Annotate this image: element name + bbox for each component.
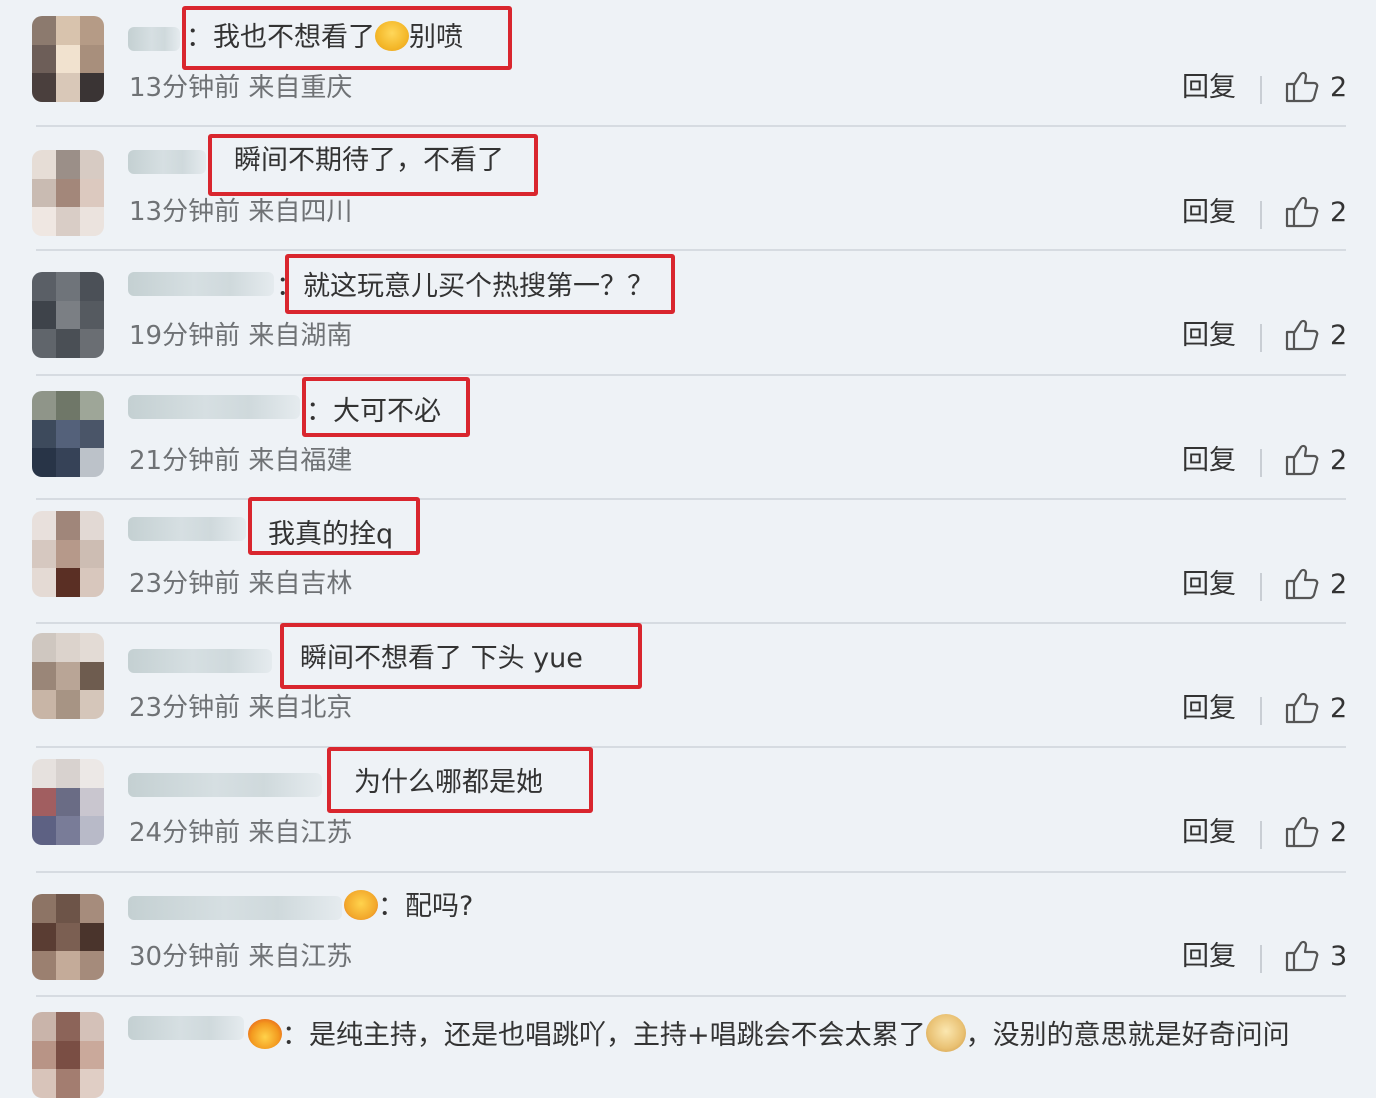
comment-meta: 19分钟前 来自湖南 [129,321,353,351]
divider [1260,573,1262,601]
divider [1260,201,1262,229]
comment-item: 瞬间不期待了，不看了 13分钟前 来自四川 回复 2 [0,126,1376,250]
like-count: 2 [1330,693,1348,724]
avatar[interactable] [32,633,104,719]
avatar[interactable] [32,1012,104,1098]
thumbs-up-icon[interactable] [1284,567,1320,601]
divider [1260,697,1262,725]
comment-meta: 13分钟前 来自重庆 [129,73,353,103]
divider [1260,76,1262,104]
highlight-box [327,747,593,813]
username-blurred[interactable] [128,27,180,51]
reply-button[interactable]: 回复 [1182,941,1236,973]
divider [1260,945,1262,973]
highlight-box [280,623,642,689]
like-count: 2 [1330,320,1348,351]
love-eyes-emoji-icon [344,890,378,920]
like-count: 2 [1330,817,1348,848]
avatar[interactable] [32,894,104,980]
thumbs-up-icon[interactable] [1284,443,1320,477]
comment-meta: 30分钟前 来自江苏 [129,942,353,972]
reply-button[interactable]: 回复 [1182,320,1236,352]
highlight-box [208,134,538,196]
highlight-box [302,377,470,437]
like-count: 2 [1330,197,1348,228]
reply-button[interactable]: 回复 [1182,197,1236,229]
username-blurred[interactable] [128,896,342,920]
like-count: 3 [1330,941,1348,972]
comment-text: ：是纯主持，还是也唱跳吖，主持+唱跳会不会太累了 ，没别的意思就是好奇问问 [248,1014,1290,1053]
thumbs-up-icon[interactable] [1284,691,1320,725]
comment-item: ：大可不必 21分钟前 来自福建 回复 2 [0,375,1376,499]
divider [1260,449,1262,477]
divider [1260,324,1262,352]
username-blurred[interactable] [128,150,206,174]
avatar[interactable] [32,391,104,477]
comment-item: ：是纯主持，还是也唱跳吖，主持+唱跳会不会太累了 ，没别的意思就是好奇问问 [0,996,1376,1098]
comment-meta: 13分钟前 来自四川 [129,197,353,227]
highlight-box [182,6,512,70]
thumbs-up-icon[interactable] [1284,815,1320,849]
comment-item: 为什么哪都是她 24分钟前 来自江苏 回复 2 [0,747,1376,871]
username-blurred[interactable] [128,395,300,419]
username-blurred[interactable] [128,649,272,673]
avatar[interactable] [32,16,104,102]
comment-meta: 24分钟前 来自江苏 [129,818,353,848]
highlight-box [248,497,420,555]
comment-item: 我真的拴q 23分钟前 来自吉林 回复 2 [0,497,1376,623]
reply-button[interactable]: 回复 [1182,72,1236,104]
username-blurred[interactable] [128,1016,244,1040]
comment-item: ：我也不想看了 别喷 13分钟前 来自重庆 回复 2 [0,0,1376,124]
avatar[interactable] [32,511,104,597]
avatar[interactable] [32,150,104,236]
like-count: 2 [1330,72,1348,103]
divider [1260,821,1262,849]
reply-button[interactable]: 回复 [1182,445,1236,477]
avatar[interactable] [32,759,104,845]
comment-item: 瞬间不想看了 下头 yue 23分钟前 来自北京 回复 2 [0,623,1376,747]
fire-emoji-icon [248,1019,282,1049]
comment-meta: 21分钟前 来自福建 [129,446,353,476]
thumbs-up-icon[interactable] [1284,70,1320,104]
thumbs-up-icon[interactable] [1284,939,1320,973]
comment-item: ：配吗? 30分钟前 来自江苏 回复 3 [0,872,1376,996]
comment-item: ：就这玩意儿买个热搜第一？？ 19分钟前 来自湖南 回复 2 [0,250,1376,374]
like-count: 2 [1330,569,1348,600]
thumbs-up-icon[interactable] [1284,318,1320,352]
like-count: 2 [1330,445,1348,476]
thumbs-up-icon[interactable] [1284,195,1320,229]
username-blurred[interactable] [128,773,322,797]
comment-meta: 23分钟前 来自北京 [129,693,353,723]
reply-button[interactable]: 回复 [1182,569,1236,601]
reply-button[interactable]: 回复 [1182,693,1236,725]
comment-text: ：配吗? [344,890,473,924]
username-blurred[interactable] [128,517,246,541]
reply-button[interactable]: 回复 [1182,817,1236,849]
doge-emoji-icon [925,1014,966,1052]
comment-meta: 23分钟前 来自吉林 [129,569,353,599]
avatar[interactable] [32,272,104,358]
username-blurred[interactable] [128,272,274,296]
highlight-box [285,254,675,314]
